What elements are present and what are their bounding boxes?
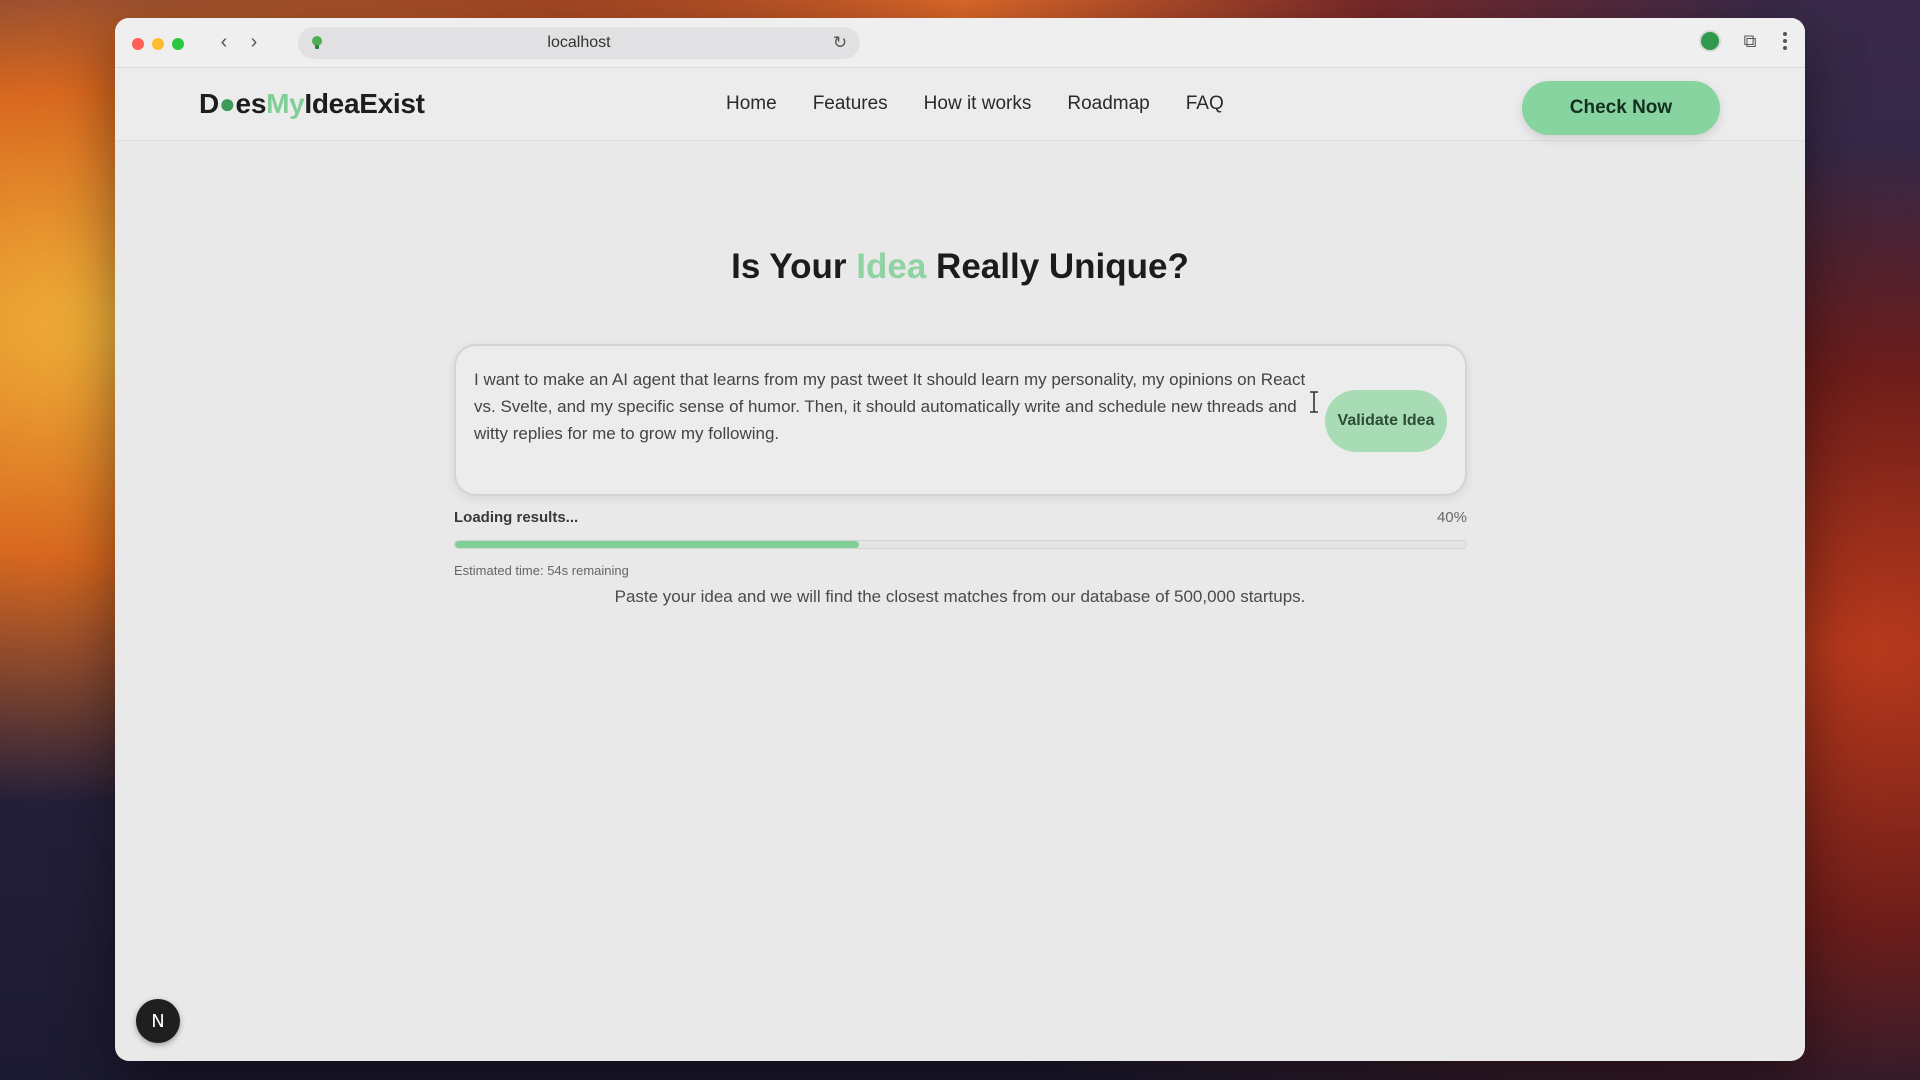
url-text: localhost [547, 34, 611, 51]
close-window-button[interactable] [132, 38, 144, 50]
browser-toolbar: ‹ › localhost ↻ ⧉ [115, 18, 1805, 68]
nav-features[interactable]: Features [813, 93, 888, 115]
progress-label: Loading results... [454, 509, 579, 526]
toolbar-actions: ⧉ [1699, 30, 1791, 52]
estimated-time: Estimated time: 54s remaining [454, 563, 629, 578]
nav-home[interactable]: Home [726, 93, 777, 115]
idea-textarea[interactable]: I want to make an AI agent that learns f… [474, 366, 1314, 447]
check-now-button[interactable]: Check Now [1522, 81, 1720, 135]
history-nav: ‹ › [215, 31, 263, 53]
bulb-icon [312, 36, 322, 49]
forward-icon[interactable]: › [245, 31, 263, 53]
site-header: D●esMyIdeaExist Home Features How it wor… [115, 68, 1805, 141]
minimize-window-button[interactable] [152, 38, 164, 50]
nav-roadmap[interactable]: Roadmap [1067, 93, 1149, 115]
title-part: Is Your [731, 247, 857, 286]
back-icon[interactable]: ‹ [215, 31, 233, 53]
logo-part: es [235, 88, 267, 119]
logo-part: D [199, 88, 219, 119]
reload-icon[interactable]: ↻ [830, 33, 850, 53]
progress-bar-fill [455, 541, 860, 548]
idea-input-card: I want to make an AI agent that learns f… [454, 344, 1467, 496]
progress-section: Loading results... 40% Estimated time: 5… [454, 509, 1467, 578]
profile-icon[interactable] [1699, 30, 1721, 52]
progress-percent: 40% [1436, 509, 1467, 526]
kebab-menu-icon[interactable] [1779, 30, 1791, 52]
nav-how-it-works[interactable]: How it works [924, 93, 1032, 115]
bulb-icon: ● [218, 88, 236, 119]
logo-part: My [266, 88, 305, 119]
logo-part: IdeaExist [304, 88, 425, 119]
dev-tools-badge[interactable]: N [136, 999, 180, 1043]
page-subtitle: Paste your idea and we will find the clo… [614, 587, 1306, 606]
text-cursor-icon [1310, 391, 1318, 413]
page-title: Is Your Idea Really Unique? [115, 247, 1805, 287]
main-nav: Home Features How it works Roadmap FAQ [726, 93, 1224, 115]
nav-faq[interactable]: FAQ [1186, 93, 1224, 115]
title-accent: Idea [856, 247, 927, 286]
browser-window: ‹ › localhost ↻ ⧉ D●esMyIdeaExist Home F… [115, 18, 1805, 1061]
maximize-window-button[interactable] [172, 38, 184, 50]
title-part: Really Unique? [926, 247, 1189, 286]
extensions-icon[interactable]: ⧉ [1739, 30, 1761, 52]
address-bar[interactable]: localhost ↻ [298, 27, 860, 59]
progress-bar [454, 540, 1467, 549]
validate-idea-button[interactable]: Validate Idea [1325, 390, 1447, 452]
logo[interactable]: D●esMyIdeaExist [199, 88, 425, 120]
window-controls [132, 38, 184, 50]
